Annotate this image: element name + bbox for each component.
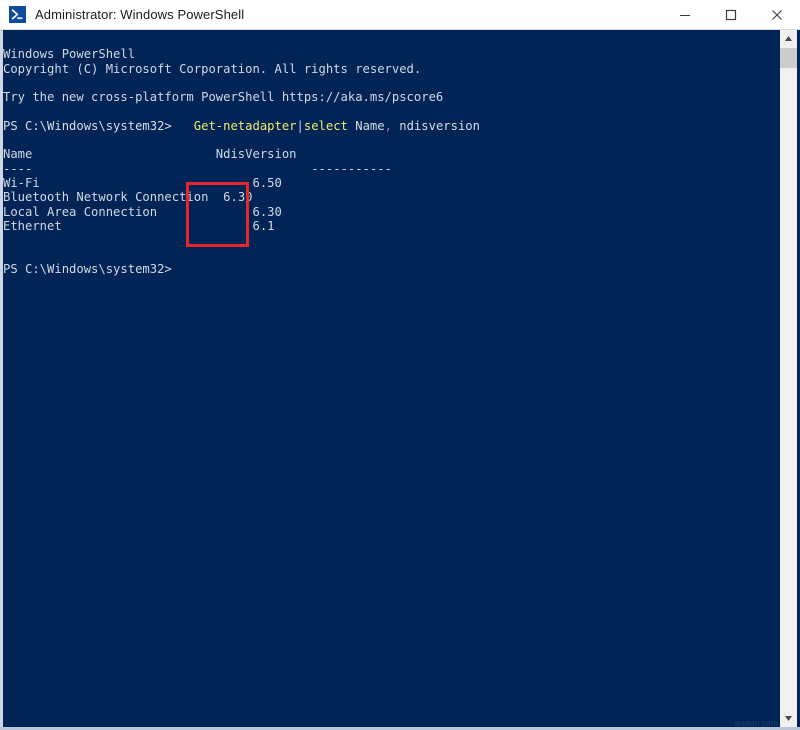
command-line: PS C:\Windows\system32> Get-netadapter|s… xyxy=(3,119,780,133)
minimize-button[interactable] xyxy=(662,0,708,29)
console-area[interactable]: Windows PowerShell Copyright (C) Microsof… xyxy=(0,30,800,730)
table-row: Local Area Connection 6.30 xyxy=(3,205,780,219)
row-gap xyxy=(40,176,253,190)
row-ndisversion: 6.30 xyxy=(252,204,282,219)
banner-line-2: Copyright (C) Microsoft Corporation. All… xyxy=(3,61,422,76)
row-ndisversion: 6.1 xyxy=(252,218,275,233)
command-arg-ndisversion: ndisversion xyxy=(391,118,480,133)
row-gap xyxy=(157,205,252,219)
row-ndisversion: 6.50 xyxy=(252,175,282,190)
command-comma: , xyxy=(384,118,392,133)
command-select: select xyxy=(303,118,348,133)
command-arg-name: Name xyxy=(347,118,385,133)
header-gap xyxy=(32,147,215,161)
underline-ndisversion: ----------- xyxy=(311,161,392,176)
final-prompt: PS C:\Windows\system32> xyxy=(3,261,172,276)
console-text-buffer[interactable]: Windows PowerShell Copyright (C) Microsof… xyxy=(3,30,780,727)
scrollbar-thumb[interactable] xyxy=(780,48,797,68)
powershell-icon xyxy=(9,6,26,23)
row-name: Ethernet xyxy=(3,218,62,233)
row-gap xyxy=(208,190,223,204)
row-name: Local Area Connection xyxy=(3,204,158,219)
command-gap xyxy=(172,119,194,133)
underline-name: ---- xyxy=(3,161,33,176)
scroll-up-button[interactable] xyxy=(780,30,797,47)
minimize-icon xyxy=(680,14,690,16)
scroll-down-button[interactable] xyxy=(780,710,797,727)
command-pipe: | xyxy=(296,118,304,133)
table-header-name: Name xyxy=(3,147,33,162)
table-row: Bluetooth Network Connection 6.30 xyxy=(3,190,780,204)
table-row: Wi-Fi 6.50 xyxy=(3,176,780,190)
chevron-up-icon xyxy=(785,36,792,41)
close-icon xyxy=(772,9,782,20)
row-ndisversion: 6.30 xyxy=(223,190,253,205)
close-button[interactable] xyxy=(754,0,800,29)
prompt-path: PS C:\Windows\system32> xyxy=(3,118,172,133)
table-header-ndisversion: NdisVersion xyxy=(215,147,297,162)
table-header-row: Name NdisVersion xyxy=(3,147,780,161)
row-gap xyxy=(62,219,253,233)
powershell-window: Administrator: Windows PowerShell Window… xyxy=(0,0,800,730)
maximize-button[interactable] xyxy=(708,0,754,29)
banner-line-1: Windows PowerShell xyxy=(3,47,136,62)
maximize-icon xyxy=(725,9,737,20)
row-name: Bluetooth Network Connection xyxy=(3,190,209,205)
console-scrollbar[interactable] xyxy=(780,30,797,727)
window-title: Administrator: Windows PowerShell xyxy=(35,7,245,22)
row-name: Wi-Fi xyxy=(3,175,40,190)
title-bar[interactable]: Administrator: Windows PowerShell xyxy=(0,0,800,30)
table-row: Ethernet 6.1 xyxy=(3,219,780,233)
banner-line-3: Try the new cross-platform PowerShell ht… xyxy=(3,90,444,105)
underline-gap xyxy=(32,162,311,176)
watermark-text: wsdon.com xyxy=(734,719,778,728)
command-cmdlet: Get-netadapter xyxy=(193,118,297,133)
table-underline-row: ---- ----------- xyxy=(3,162,780,176)
chevron-down-icon xyxy=(785,716,792,721)
